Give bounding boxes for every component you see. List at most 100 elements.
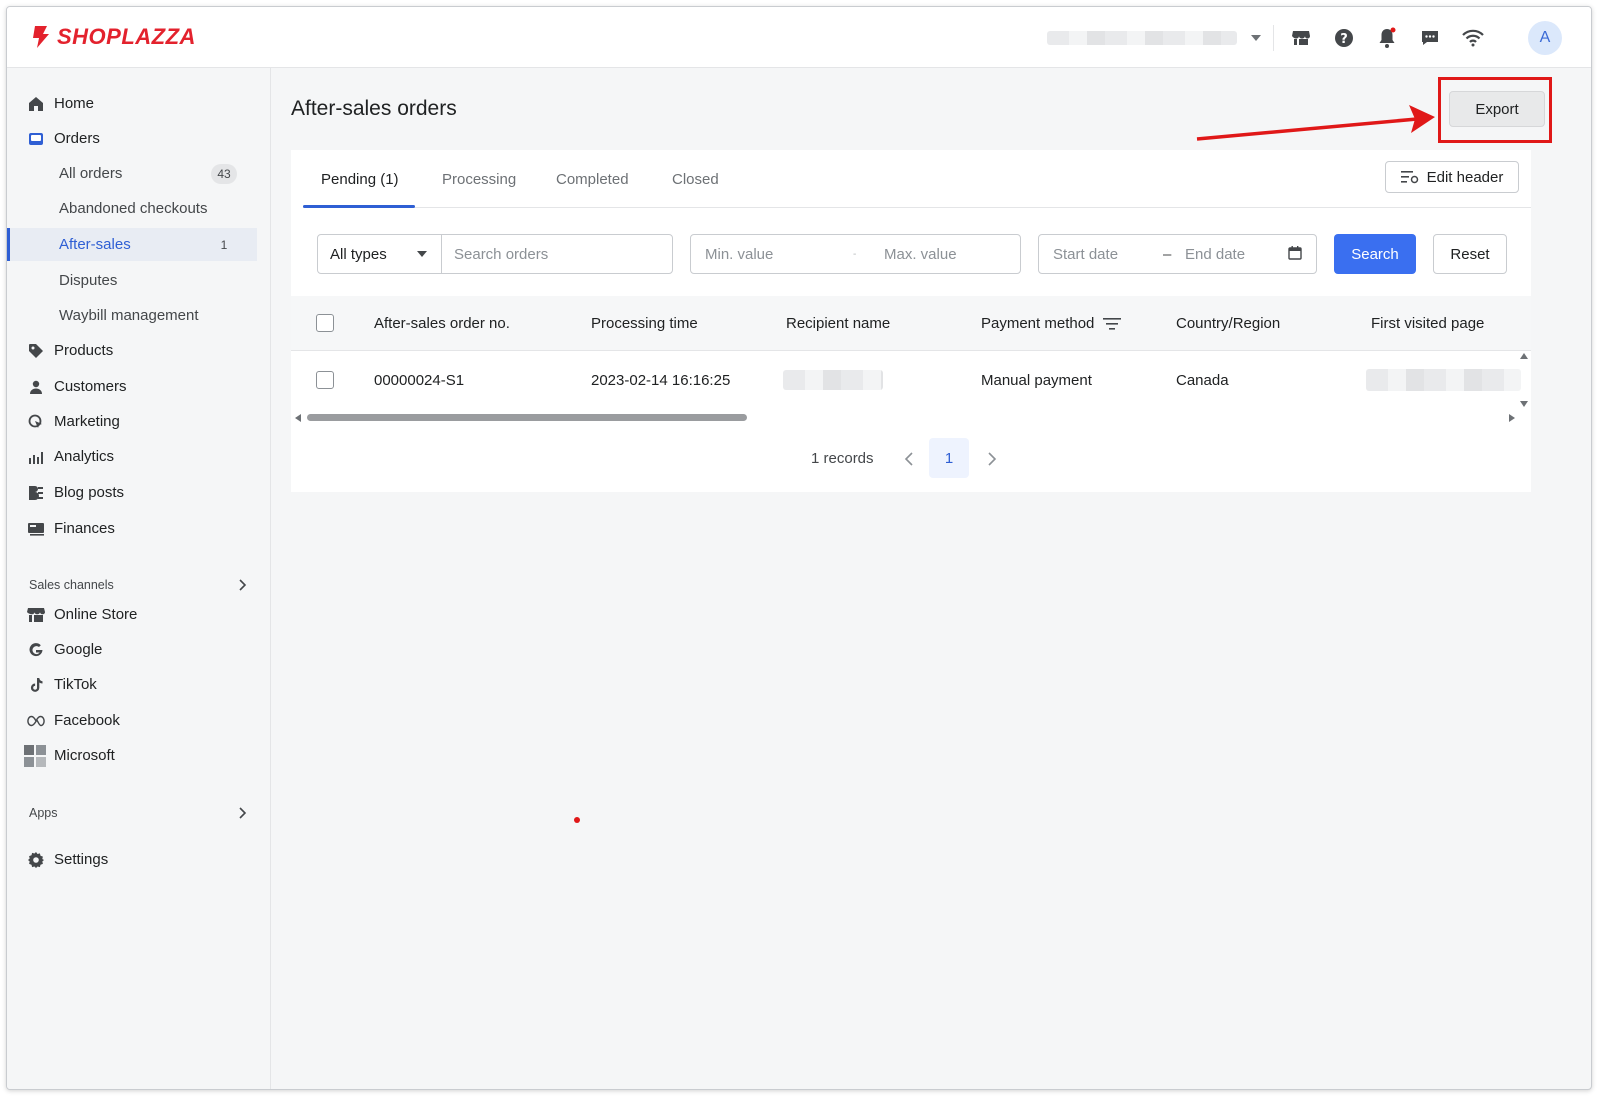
store-selector[interactable]	[1047, 29, 1267, 47]
apps-heading[interactable]: Apps	[29, 803, 247, 823]
max-value-field[interactable]: Max. value	[884, 246, 957, 263]
column-header-payment-method[interactable]: Payment method	[981, 296, 1122, 351]
calendar-icon[interactable]	[1288, 246, 1302, 260]
blog-icon	[27, 484, 45, 502]
sidebar-item-products[interactable]: Products	[7, 334, 257, 367]
select-all-checkbox[interactable]	[316, 314, 334, 332]
column-header-country-region[interactable]: Country/Region	[1176, 296, 1280, 351]
end-date-field[interactable]: End date	[1185, 246, 1245, 263]
meta-icon	[27, 712, 45, 730]
scroll-left-arrow-icon[interactable]	[295, 414, 301, 422]
sidebar-item-home[interactable]: Home	[7, 87, 257, 120]
store-icon[interactable]	[1289, 26, 1313, 50]
date-separator: –	[1163, 245, 1172, 263]
sidebar-subitem-disputes[interactable]: Disputes	[7, 264, 257, 297]
sidebar-item-orders[interactable]: Orders	[7, 122, 257, 155]
sidebar-subitem-waybill-management[interactable]: Waybill management	[7, 299, 257, 332]
bar-chart-icon	[27, 448, 45, 466]
cell-country: Canada	[1176, 371, 1229, 389]
edit-header-button[interactable]: Edit header	[1385, 161, 1519, 193]
sales-channels-heading[interactable]: Sales channels	[29, 575, 247, 595]
next-page-icon[interactable]	[987, 452, 997, 466]
gear-icon	[27, 851, 45, 869]
sidebar-item-blog-posts[interactable]: Blog posts	[7, 476, 257, 509]
sidebar-item-microsoft[interactable]: Microsoft	[7, 739, 257, 772]
sidebar: Home Orders All orders 43 Abandoned chec…	[7, 68, 271, 1089]
edit-header-label: Edit header	[1426, 168, 1504, 186]
tab-completed[interactable]: Completed	[556, 150, 629, 208]
prev-page-icon[interactable]	[904, 452, 914, 466]
brand-logo[interactable]: SHOPLAZZA	[29, 24, 196, 50]
type-select-value: All types	[330, 245, 387, 263]
sidebar-item-tiktok[interactable]: TikTok	[7, 668, 257, 701]
column-header-order-no[interactable]: After-sales order no.	[374, 296, 510, 351]
reset-button[interactable]: Reset	[1433, 234, 1507, 274]
sidebar-subitem-all-orders[interactable]: All orders 43	[7, 157, 257, 190]
sidebar-item-marketing[interactable]: Marketing	[7, 405, 257, 438]
cell-order-no[interactable]: 00000024-S1	[374, 351, 464, 409]
help-icon[interactable]: ?	[1332, 26, 1356, 50]
column-header-first-visited-page[interactable]: First visited page	[1371, 296, 1484, 351]
search-orders-input[interactable]: Search orders	[441, 234, 673, 274]
scroll-up-arrow-icon[interactable]	[1520, 353, 1528, 359]
sidebar-item-label: Facebook	[54, 712, 120, 729]
table-row[interactable]: 00000024-S1 2023-02-14 16:16:25 Manual p…	[291, 351, 1531, 409]
column-header-processing-time[interactable]: Processing time	[591, 296, 698, 351]
tab-pending[interactable]: Pending (1)	[321, 150, 399, 208]
sidebar-item-label: Online Store	[54, 606, 138, 623]
date-range-input[interactable]: Start date – End date	[1038, 234, 1317, 274]
svg-text:?: ?	[1340, 32, 1348, 47]
cell-first-visited-page-redacted	[1366, 351, 1521, 409]
chat-icon[interactable]	[1418, 26, 1442, 50]
top-bar: SHOPLAZZA ? A	[7, 7, 1591, 68]
sidebar-item-facebook[interactable]: Facebook	[7, 704, 257, 737]
page-button-current[interactable]: 1	[929, 438, 969, 478]
sidebar-subitem-abandoned-checkouts[interactable]: Abandoned checkouts	[7, 192, 257, 225]
sidebar-item-finances[interactable]: Finances	[7, 512, 257, 545]
tab-closed[interactable]: Closed	[672, 150, 719, 208]
horizontal-scrollbar-thumb[interactable]	[307, 414, 747, 421]
table-header: After-sales order no. Processing time Re…	[291, 296, 1531, 351]
bell-icon[interactable]	[1375, 26, 1399, 50]
value-range-input[interactable]: Min. value - Max. value	[690, 234, 1021, 274]
page-title: After-sales orders	[291, 97, 457, 120]
tiktok-icon	[27, 676, 45, 694]
section-label: Sales channels	[29, 578, 114, 592]
sidebar-item-label: Analytics	[54, 448, 115, 465]
caret-down-icon	[417, 251, 427, 257]
tag-icon	[27, 342, 45, 360]
store-name-redacted	[1047, 31, 1237, 45]
tab-processing[interactable]: Processing	[442, 150, 516, 208]
sidebar-item-online-store[interactable]: Online Store	[7, 598, 257, 631]
range-separator: -	[853, 248, 857, 260]
sidebar-item-settings[interactable]: Settings	[7, 843, 257, 876]
column-header-recipient-name[interactable]: Recipient name	[786, 296, 890, 351]
microsoft-icon	[24, 745, 46, 767]
shoplazza-logo-icon	[33, 26, 49, 48]
wifi-icon[interactable]	[1461, 26, 1485, 50]
filter-icon[interactable]	[1103, 317, 1122, 331]
sidebar-subitem-after-sales[interactable]: After-sales 1	[7, 228, 257, 261]
scroll-right-arrow-icon[interactable]	[1509, 414, 1515, 422]
type-select[interactable]: All types	[317, 234, 442, 274]
section-label: Apps	[29, 806, 58, 820]
sidebar-item-label: Microsoft	[54, 747, 115, 764]
start-date-field[interactable]: Start date	[1053, 246, 1118, 263]
user-avatar[interactable]: A	[1528, 21, 1562, 55]
app-window: SHOPLAZZA ? A Home Orders All orders 43 …	[6, 6, 1592, 1090]
sidebar-item-label: Google	[54, 641, 103, 658]
sidebar-item-label: Home	[54, 95, 95, 112]
sidebar-item-label: All orders	[59, 165, 123, 182]
store-icon	[27, 606, 45, 624]
scroll-down-arrow-icon[interactable]	[1520, 401, 1528, 407]
min-value-field[interactable]: Min. value	[705, 246, 773, 263]
divider	[1273, 25, 1274, 51]
export-button[interactable]: Export	[1449, 91, 1545, 127]
sidebar-item-customers[interactable]: Customers	[7, 370, 257, 403]
person-icon	[27, 378, 45, 396]
sidebar-item-analytics[interactable]: Analytics	[7, 440, 257, 473]
row-checkbox[interactable]	[316, 371, 334, 389]
sidebar-item-google[interactable]: Google	[7, 633, 257, 666]
cell-processing-time: 2023-02-14 16:16:25	[591, 371, 731, 389]
search-button[interactable]: Search	[1334, 234, 1416, 274]
